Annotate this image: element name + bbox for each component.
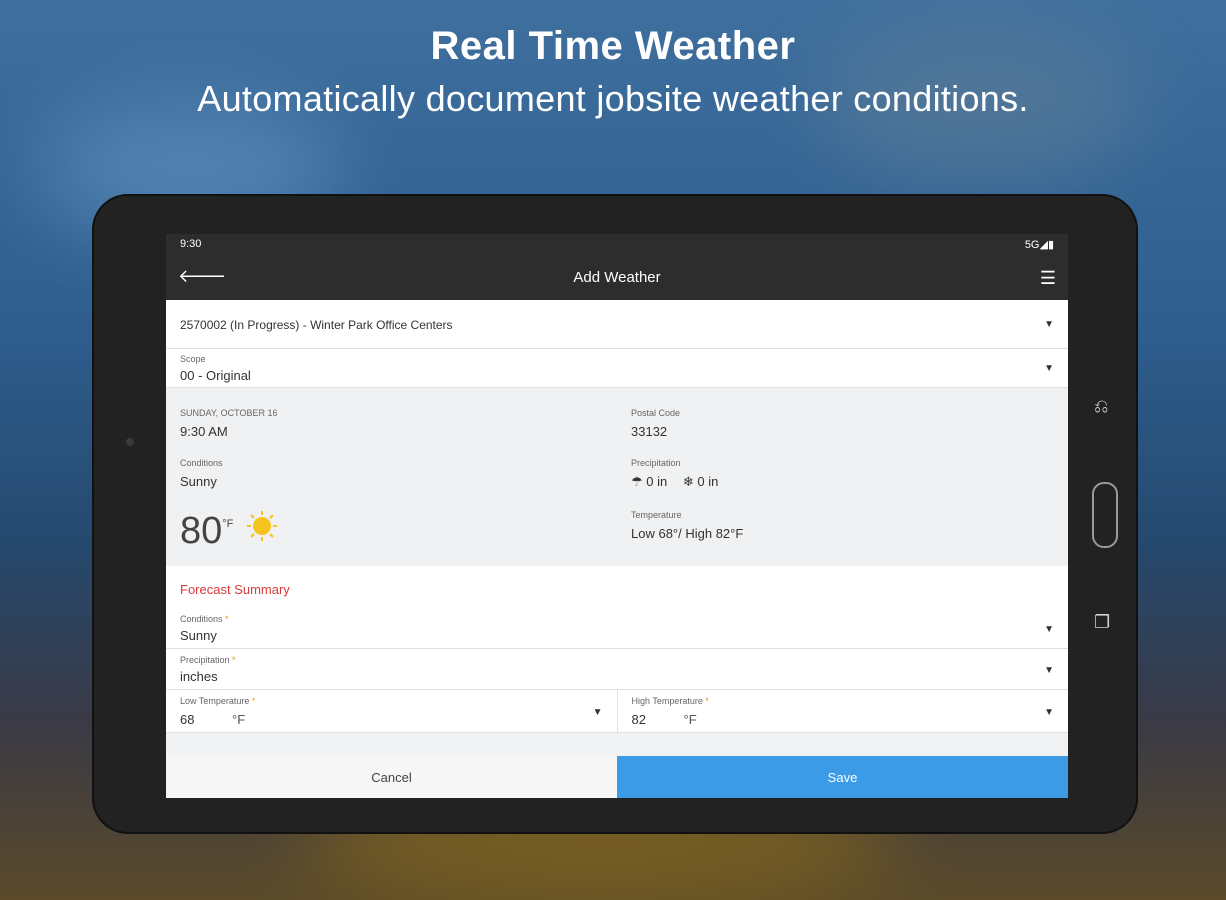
low-temperature-value[interactable]: 68 [180, 712, 194, 727]
scope-select[interactable]: Scope 00 - Original ▼ [166, 349, 1068, 388]
project-select[interactable]: 2570002 (In Progress) - Winter Park Offi… [166, 300, 1068, 349]
rain-value: 0 in [646, 474, 668, 489]
high-temperature-value[interactable]: 82 [632, 712, 646, 727]
camera [126, 438, 134, 446]
forecast-conditions-value: Sunny [180, 628, 217, 643]
hamburger-menu-icon[interactable]: ☰ [1040, 268, 1056, 289]
signal-icon: 5G◢▮ [1024, 239, 1054, 251]
action-bar: Cancel Save [166, 756, 1068, 798]
temperature-range: Low 68°/ High 82°F [631, 526, 744, 541]
status-bar: 9:30 5G◢▮ [166, 234, 1068, 256]
headline-subtitle: Automatically document jobsite weather c… [197, 78, 1029, 119]
chevron-down-icon: ▼ [1044, 665, 1054, 676]
cancel-button[interactable]: Cancel [166, 756, 617, 798]
temperature-fields: Low Temperature * 68 °F ▼ High Temperatu… [166, 690, 1068, 733]
high-temperature-label: High Temperature [631, 696, 703, 706]
chevron-down-icon: ▼ [1044, 624, 1054, 635]
current-temperature-unit: °F [222, 518, 234, 530]
app-screen: 9:30 5G◢▮ 🡐 Add Weather ☰ 2570002 (In Pr… [166, 234, 1068, 798]
forecast-summary-heading: Forecast Summary [166, 566, 1068, 608]
project-value: 2570002 (In Progress) - Winter Park Offi… [180, 318, 453, 332]
snow-value: 0 in [697, 474, 719, 489]
forecast-precipitation-select[interactable]: Precipitation * inches ▼ [166, 649, 1068, 690]
postal-code-value: 33132 [631, 424, 668, 439]
rain-icon: ☂ [631, 474, 643, 489]
low-temperature-unit: °F [232, 712, 246, 727]
precipitation-label: Precipitation [631, 458, 681, 468]
required-mark: * [251, 696, 256, 706]
forecast-precipitation-value: inches [180, 669, 218, 684]
tablet-frame: ⎌ ❐ 9:30 5G◢▮ 🡐 Add Weather ☰ 2570002 (I… [92, 194, 1138, 834]
postal-code-label: Postal Code [631, 408, 681, 418]
chevron-down-icon: ▼ [1044, 319, 1054, 330]
time-value: 9:30 AM [180, 424, 228, 439]
save-button[interactable]: Save [617, 756, 1068, 798]
high-temperature-field[interactable]: High Temperature * 82 °F ▼ [616, 690, 1068, 732]
current-temperature: 80°F [180, 510, 233, 553]
temperature-label: Temperature [631, 510, 682, 520]
forecast-precipitation-label: Precipitation [180, 655, 230, 665]
forecast-summary-title: Forecast Summary [180, 582, 290, 597]
back-key-icon[interactable]: ❐ [1094, 612, 1110, 633]
required-mark: * [705, 696, 709, 706]
home-button[interactable] [1092, 482, 1118, 548]
chevron-down-icon: ▼ [592, 707, 603, 718]
conditions-value: Sunny [180, 474, 217, 489]
required-mark: * [225, 614, 229, 624]
headline-title: Real Time Weather [430, 24, 796, 68]
recent-apps-icon[interactable]: ⎌ [1094, 396, 1108, 417]
app-bar: 🡐 Add Weather ☰ [166, 256, 1068, 300]
date-label: SUNDAY, OCTOBER 16 [180, 408, 278, 418]
snowflake-icon: ❄ [682, 474, 694, 489]
sun-icon [247, 511, 277, 541]
scope-label: Scope [180, 354, 206, 364]
current-weather-panel: SUNDAY, OCTOBER 16 9:30 AM Postal Code 3… [166, 388, 1068, 566]
low-temperature-field[interactable]: Low Temperature * 68 °F ▼ [166, 690, 617, 732]
forecast-conditions-label: Conditions [180, 614, 223, 624]
required-mark: * [232, 655, 236, 665]
status-time: 9:30 [180, 238, 202, 250]
low-temperature-label: Low Temperature [180, 696, 250, 706]
high-temperature-unit: °F [683, 712, 697, 727]
current-temperature-value: 80 [180, 510, 223, 552]
forecast-conditions-select[interactable]: Conditions * Sunny ▼ [166, 608, 1068, 649]
chevron-down-icon: ▼ [1044, 707, 1054, 718]
scope-value: 00 - Original [180, 368, 251, 383]
chevron-down-icon: ▼ [1044, 363, 1054, 374]
page-title: Add Weather [573, 269, 661, 286]
conditions-label: Conditions [180, 458, 223, 468]
